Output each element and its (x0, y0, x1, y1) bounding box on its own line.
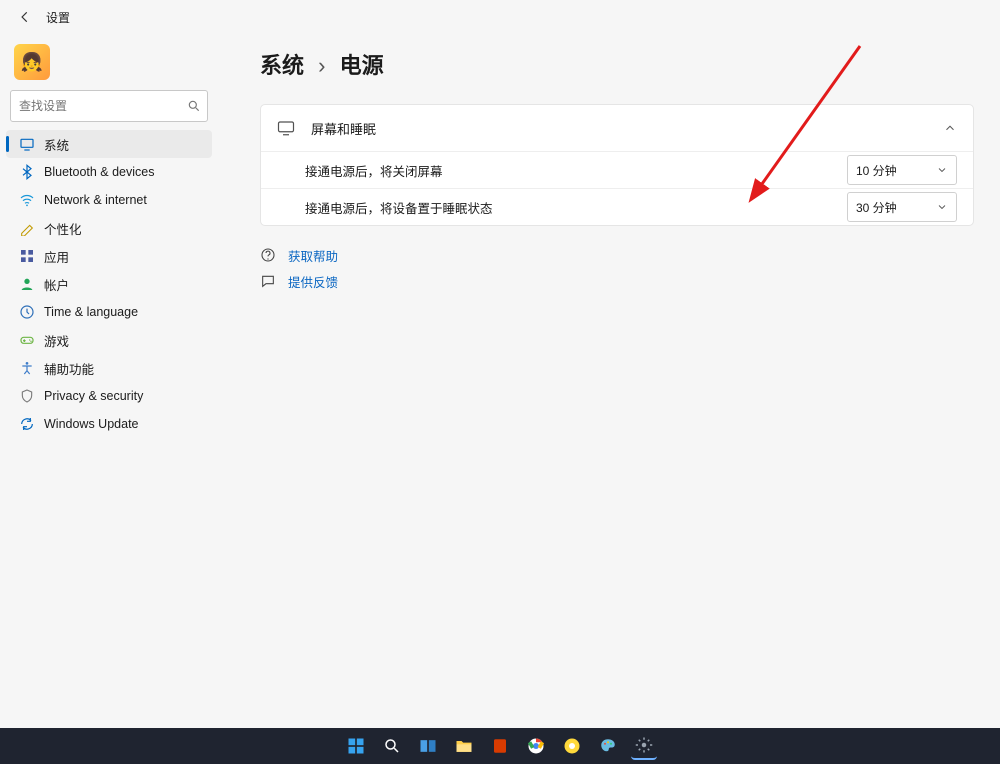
nav-icon (16, 416, 38, 432)
nav-item-privacy-security[interactable]: Privacy & security (6, 382, 212, 410)
nav-item--[interactable]: 游戏 (6, 326, 212, 354)
nav-label: 游戏 (44, 331, 69, 350)
back-button[interactable] (10, 2, 40, 32)
nav-item--[interactable]: 帐户 (6, 270, 212, 298)
dropdown-value: 10 分钟 (856, 162, 897, 179)
link-label: 获取帮助 (288, 246, 338, 265)
taskbar-office[interactable] (487, 733, 513, 759)
panel-title: 屏幕和睡眠 (311, 119, 943, 138)
nav-label: Bluetooth & devices (44, 165, 155, 179)
chrome-canary-icon (563, 737, 581, 755)
chrome-icon (527, 737, 545, 755)
nav-icon (16, 388, 38, 404)
nav-item-network-internet[interactable]: Network & internet (6, 186, 212, 214)
nav-label: Windows Update (44, 417, 139, 431)
nav-icon (16, 220, 38, 236)
setting-label: 接通电源后，将关闭屏幕 (305, 161, 847, 180)
nav-label: 应用 (44, 247, 69, 266)
settings-icon (635, 736, 653, 754)
taskbar-chrome[interactable] (523, 733, 549, 759)
office-icon (491, 737, 509, 755)
duration-dropdown[interactable]: 30 分钟 (847, 192, 957, 222)
breadcrumb-parent[interactable]: 系统 (260, 53, 304, 78)
nav-item--[interactable]: 系统 (6, 130, 212, 158)
search-icon (383, 737, 401, 755)
explorer-icon (454, 736, 474, 756)
setting-row: 接通电源后，将关闭屏幕 10 分钟 (261, 151, 973, 188)
nav-label: 系统 (44, 135, 69, 154)
dropdown-value: 30 分钟 (856, 199, 897, 216)
nav: 系统 Bluetooth & devices Network & internet 个… (6, 130, 212, 438)
nav-label: Time & language (44, 305, 138, 319)
breadcrumb-separator: › (318, 53, 325, 78)
nav-item-bluetooth-devices[interactable]: Bluetooth & devices (6, 158, 212, 186)
nav-label: 辅助功能 (44, 359, 94, 378)
nav-label: 帐户 (44, 275, 69, 294)
nav-icon (16, 248, 38, 264)
link-icon (260, 273, 282, 289)
nav-item--[interactable]: 应用 (6, 242, 212, 270)
search-input[interactable] (17, 98, 187, 114)
nav-icon (16, 136, 38, 152)
header-title: 设置 (46, 9, 70, 26)
taskbar-explorer[interactable] (451, 733, 477, 759)
sidebar: 👧 系统 Bluetooth & devices Network & interne… (0, 34, 218, 438)
setting-row: 接通电源后，将设备置于睡眠状态 30 分钟 (261, 188, 973, 225)
duration-dropdown[interactable]: 10 分钟 (847, 155, 957, 185)
link-icon (260, 247, 282, 263)
feedback-link[interactable]: 提供反馈 (260, 270, 974, 292)
chevron-down-icon (936, 164, 948, 176)
help-links: 获取帮助提供反馈 (260, 244, 974, 292)
nav-item--[interactable]: 辅助功能 (6, 354, 212, 382)
nav-icon (16, 164, 38, 180)
screen-sleep-panel: 屏幕和睡眠 接通电源后，将关闭屏幕 10 分钟接通电源后，将设备置于睡眠状态 30 … (260, 104, 974, 226)
nav-label: 个性化 (44, 219, 82, 238)
taskbar-start[interactable] (343, 733, 369, 759)
breadcrumb: 系统 › 电源 (260, 48, 974, 80)
nav-icon (16, 276, 38, 292)
panel-header[interactable]: 屏幕和睡眠 (261, 105, 973, 151)
nav-item--[interactable]: 个性化 (6, 214, 212, 242)
chevron-up-icon (943, 121, 957, 135)
header: 设置 (0, 0, 70, 34)
nav-icon (16, 360, 38, 376)
taskbar (0, 728, 1000, 764)
setting-label: 接通电源后，将设备置于睡眠状态 (305, 198, 847, 217)
search-icon (187, 99, 201, 113)
nav-item-windows-update[interactable]: Windows Update (6, 410, 212, 438)
taskbar-paint[interactable] (595, 733, 621, 759)
monitor-icon (277, 119, 299, 137)
chevron-down-icon (936, 201, 948, 213)
nav-label: Network & internet (44, 193, 147, 207)
main-content: 系统 › 电源 屏幕和睡眠 接通电源后，将关闭屏幕 10 分钟接通电源后，将设备置… (260, 48, 974, 296)
arrow-left-icon (18, 10, 32, 24)
get-help-link[interactable]: 获取帮助 (260, 244, 974, 266)
nav-icon (16, 304, 38, 320)
nav-icon (16, 332, 38, 348)
nav-item-time-language[interactable]: Time & language (6, 298, 212, 326)
user-avatar[interactable]: 👧 (14, 44, 50, 80)
task-view-icon (418, 736, 438, 756)
search-box[interactable] (10, 90, 208, 122)
taskbar-task-view[interactable] (415, 733, 441, 759)
paint-icon (599, 737, 617, 755)
taskbar-chrome-canary[interactable] (559, 733, 585, 759)
link-label: 提供反馈 (288, 272, 338, 291)
start-icon (346, 736, 366, 756)
nav-label: Privacy & security (44, 389, 143, 403)
taskbar-settings[interactable] (631, 732, 657, 760)
nav-icon (16, 192, 38, 208)
breadcrumb-current: 电源 (340, 53, 384, 78)
taskbar-search[interactable] (379, 733, 405, 759)
